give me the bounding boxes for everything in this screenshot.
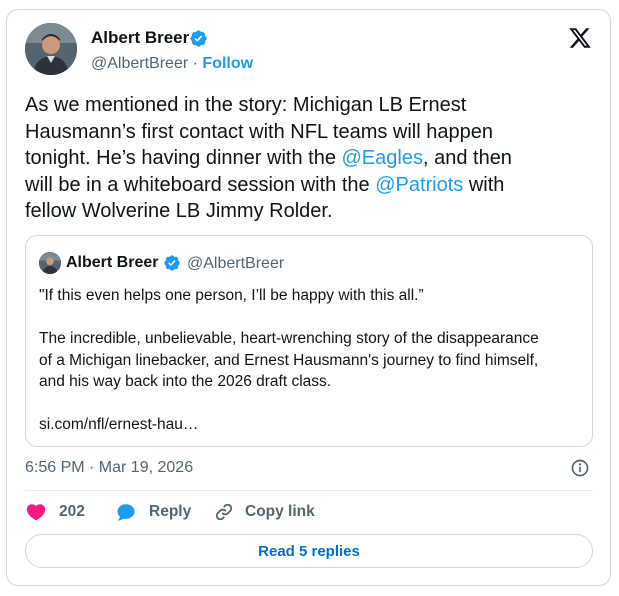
quote-author-handle[interactable]: @AlbertBreer bbox=[187, 255, 284, 273]
follow-button[interactable]: Follow bbox=[202, 55, 253, 72]
tweet-timestamp[interactable]: 6:56 PM · Mar 19, 2026 bbox=[25, 459, 193, 477]
quote-author-avatar[interactable] bbox=[39, 252, 61, 274]
tweet-text: As we mentioned in the story: Michigan L… bbox=[25, 92, 597, 225]
link-icon bbox=[215, 503, 233, 521]
author-handle[interactable]: @AlbertBreer bbox=[91, 55, 188, 72]
like-button[interactable]: 202 bbox=[25, 499, 85, 525]
reply-button[interactable]: Reply bbox=[115, 499, 191, 525]
reply-label: Reply bbox=[149, 503, 192, 520]
copy-link-label: Copy link bbox=[245, 503, 315, 520]
like-count: 202 bbox=[59, 503, 85, 520]
divider bbox=[25, 490, 593, 491]
quoted-tweet[interactable]: Albert Breer @AlbertBreer "If this even … bbox=[25, 235, 593, 447]
author-name[interactable]: Albert Breer bbox=[91, 28, 189, 48]
author-avatar[interactable] bbox=[25, 23, 77, 75]
author-handle-line: @AlbertBreer · Follow bbox=[91, 55, 253, 73]
quote-text: "If this even helps one person, I’ll be … bbox=[39, 287, 539, 433]
reply-bubble-icon bbox=[117, 504, 135, 521]
info-icon[interactable] bbox=[570, 458, 590, 478]
handle-separator: · bbox=[188, 55, 203, 72]
heart-icon bbox=[26, 504, 46, 521]
x-logo-icon[interactable] bbox=[567, 26, 593, 50]
mention-patriots[interactable]: @Patriots bbox=[375, 174, 463, 196]
mention-eagles[interactable]: @Eagles bbox=[342, 147, 423, 169]
verified-badge-icon bbox=[190, 30, 207, 47]
quote-author-name[interactable]: Albert Breer bbox=[66, 254, 158, 272]
read-replies-label: Read 5 replies bbox=[258, 542, 360, 560]
embedded-tweet-card: Albert Breer @AlbertBreer · Follow As we… bbox=[6, 9, 611, 586]
copy-link-button[interactable]: Copy link bbox=[213, 499, 315, 525]
quote-verified-badge-icon bbox=[164, 255, 180, 271]
read-replies-button[interactable]: Read 5 replies bbox=[25, 534, 593, 568]
